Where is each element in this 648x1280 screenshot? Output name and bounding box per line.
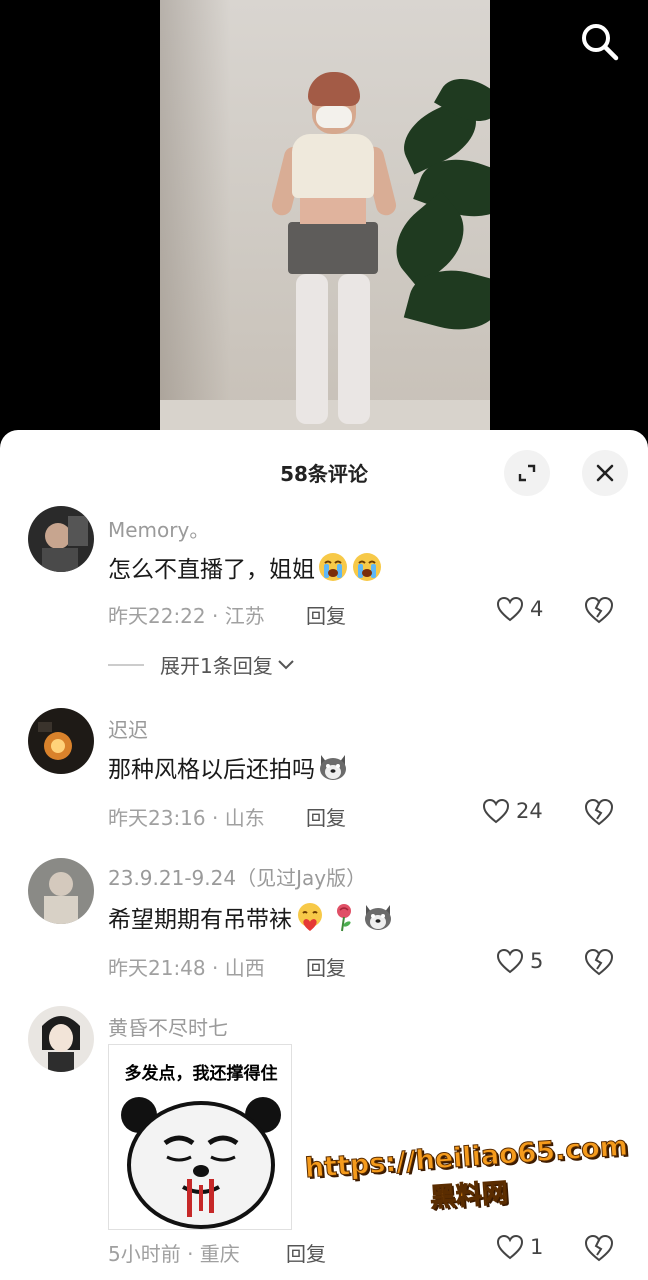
avatar[interactable] (28, 1006, 94, 1072)
screen: 58条评论 Memory。 怎么不直播了，姐姐 昨天22:22 · 江苏 回复 … (0, 0, 648, 1280)
like-button[interactable]: 5 (496, 948, 543, 974)
search-icon (582, 24, 619, 61)
expand-replies-button[interactable]: 展开1条回复 (108, 650, 295, 679)
reply-button[interactable]: 回复 (306, 952, 346, 981)
video-plant (380, 67, 490, 400)
like-count: 1 (530, 1235, 544, 1259)
video-player[interactable] (160, 0, 490, 440)
reply-button[interactable]: 回复 (286, 1238, 326, 1267)
broken-heart-icon (584, 1234, 614, 1262)
husky-dog-face-icon (365, 905, 391, 930)
comment-text-body: 怎么不直播了，姐姐 (108, 557, 315, 583)
comment-time-location: 昨天21:48 · 山西 (108, 956, 265, 980)
comment-time-location: 昨天22:22 · 江苏 (108, 604, 265, 628)
expand-icon (518, 464, 536, 482)
reply-button[interactable]: 回复 (306, 600, 346, 629)
loudly-crying-face-icon (353, 553, 381, 581)
broken-heart-icon (584, 948, 614, 976)
rose-icon (337, 904, 351, 932)
close-sheet-button[interactable] (582, 450, 628, 496)
like-count: 4 (530, 597, 544, 621)
comment-text-body: 希望期期有吊带袜 (108, 907, 292, 933)
comment-sticker-image[interactable]: 多发点，我还撑得住 (108, 1044, 292, 1230)
heart-icon (482, 798, 510, 824)
reply-button[interactable]: 回复 (306, 802, 346, 831)
heart-hands-face-icon (298, 903, 322, 931)
avatar[interactable] (28, 858, 94, 924)
comment-username[interactable]: 23.9.21-9.24（见过Jay版） (108, 862, 366, 891)
like-button[interactable]: 4 (496, 596, 543, 622)
search-button[interactable] (578, 20, 622, 64)
comment-text: 怎么不直播了，姐姐 (108, 550, 383, 584)
dislike-button[interactable] (584, 798, 614, 828)
dislike-button[interactable] (584, 948, 614, 978)
dislike-button[interactable] (584, 1234, 614, 1264)
video-wall-shadow (160, 0, 230, 440)
broken-heart-icon (584, 798, 614, 826)
dislike-button[interactable] (584, 596, 614, 626)
loudly-crying-face-icon (319, 553, 347, 581)
comment-username[interactable]: 迟迟 (108, 714, 148, 743)
husky-dog-face-icon (320, 755, 346, 780)
close-icon (596, 464, 614, 482)
comment-count-title: 58条评论 (280, 462, 368, 486)
comment-text-body: 那种风格以后还拍吗 (108, 757, 315, 783)
comment-username[interactable]: 黄昏不尽时七 (108, 1012, 228, 1041)
avatar[interactable] (28, 506, 94, 572)
comment-text: 那种风格以后还拍吗 (108, 750, 349, 784)
chevron-down-icon (278, 659, 294, 669)
expand-replies-label: 展开1条回复 (160, 654, 273, 678)
comment-time-location: 昨天23:16 · 山东 (108, 806, 265, 830)
like-count: 24 (516, 799, 543, 823)
avatar[interactable] (28, 708, 94, 774)
broken-heart-icon (584, 596, 614, 624)
like-count: 5 (530, 949, 544, 973)
comment-time-location: 5小时前 · 重庆 (108, 1242, 240, 1266)
expand-sheet-button[interactable] (504, 450, 550, 496)
heart-icon (496, 948, 524, 974)
video-person (269, 70, 399, 430)
like-button[interactable]: 1 (496, 1234, 543, 1260)
comment-username[interactable]: Memory。 (108, 514, 209, 543)
heart-icon (496, 1234, 524, 1260)
heart-icon (496, 596, 524, 622)
like-button[interactable]: 24 (482, 798, 543, 824)
panda-meme-icon (121, 1097, 281, 1229)
comment-text: 希望期期有吊带袜 (108, 900, 394, 934)
